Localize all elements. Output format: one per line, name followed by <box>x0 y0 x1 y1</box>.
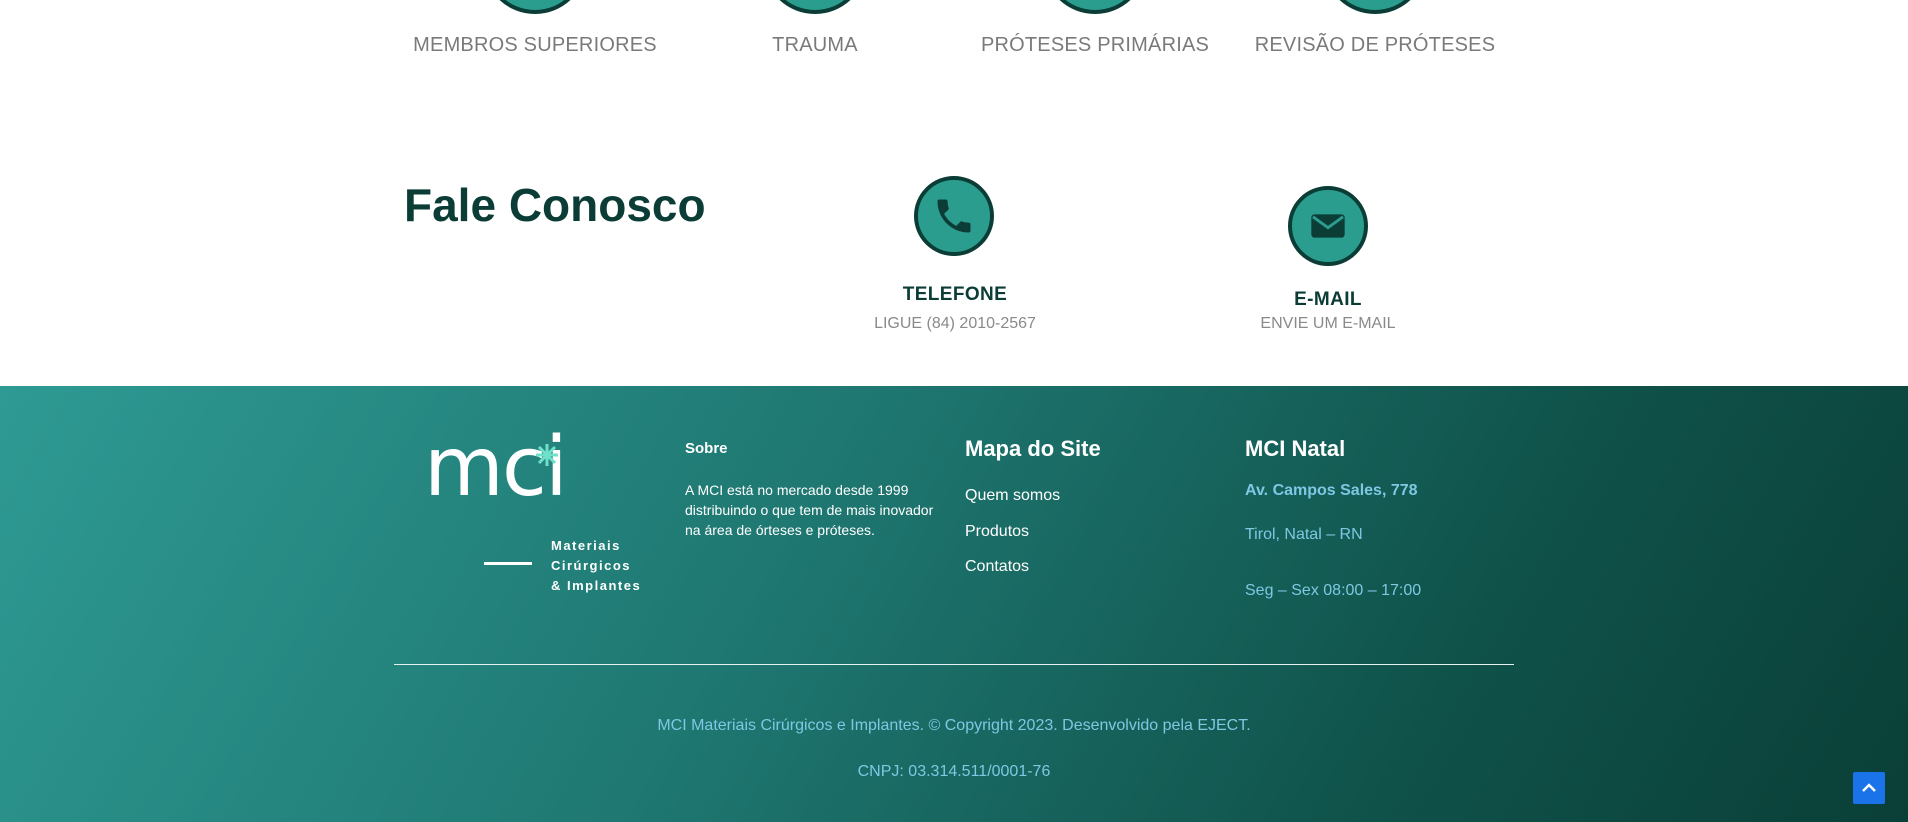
email-link[interactable]: ENVIE UM E-MAIL <box>1178 315 1478 333</box>
logo-tagline-line: & Implantes <box>551 578 642 593</box>
about-text: A MCI está no mercado desde 1999 distrib… <box>685 482 934 538</box>
category-label[interactable]: TRAUMA <box>665 34 965 57</box>
envelope-icon[interactable] <box>1288 186 1368 266</box>
primary-prosthesis-icon[interactable] <box>1043 0 1147 14</box>
logo-tagline-line: Cirúrgicos <box>551 558 632 573</box>
chevron-up-icon <box>1862 783 1876 792</box>
logo-dash <box>484 562 532 565</box>
phone-icon[interactable] <box>914 176 994 256</box>
location-heading: MCI Natal <box>1245 436 1346 461</box>
footer-divider <box>394 664 1514 665</box>
email-title: E-MAIL <box>1294 289 1362 310</box>
sitemap-link-contatos[interactable]: Contatos <box>965 558 1029 576</box>
scroll-to-top-button[interactable] <box>1853 772 1885 804</box>
upper-limbs-icon[interactable] <box>483 0 587 14</box>
about-heading: Sobre <box>685 440 728 457</box>
category-label[interactable]: PRÓTESES PRIMÁRIAS <box>945 34 1245 57</box>
logo-tagline-line: Materiais <box>551 538 621 553</box>
footer <box>0 386 1908 822</box>
section-title: Fale Conosco <box>404 179 706 231</box>
location-address[interactable]: Av. Campos Sales, 778 <box>1245 482 1418 500</box>
mci-logo[interactable]: mci Materiais Cirúrgicos & Implantes <box>424 420 644 600</box>
phone-title: TELEFONE <box>902 284 1008 305</box>
location-hours: Seg – Sex 08:00 – 17:00 <box>1245 582 1422 599</box>
copyright-text: MCI Materiais Cirúrgicos e Implantes. © … <box>657 717 1251 734</box>
location-city: Tirol, Natal – RN <box>1245 526 1363 543</box>
cnpj-text: CNPJ: 03.314.511/0001-76 <box>857 763 1051 780</box>
category-label[interactable]: MEMBROS SUPERIORES <box>385 34 685 57</box>
trauma-icon[interactable] <box>763 0 867 14</box>
logo-cross-icon <box>536 444 558 466</box>
prosthesis-revision-icon[interactable] <box>1323 0 1427 14</box>
sitemap-link-produtos[interactable]: Produtos <box>965 523 1029 541</box>
phone-number[interactable]: LIGUE (84) 2010-2567 <box>805 315 1105 333</box>
sitemap-heading: Mapa do Site <box>965 436 1101 461</box>
category-label[interactable]: REVISÃO DE PRÓTESES <box>1225 34 1525 57</box>
sitemap-link-quem-somos[interactable]: Quem somos <box>965 487 1060 505</box>
envelope-icon-glyph <box>1311 214 1345 238</box>
phone-icon-glyph <box>937 199 971 233</box>
logo-tagline: Materiais Cirúrgicos & Implantes <box>551 536 641 596</box>
